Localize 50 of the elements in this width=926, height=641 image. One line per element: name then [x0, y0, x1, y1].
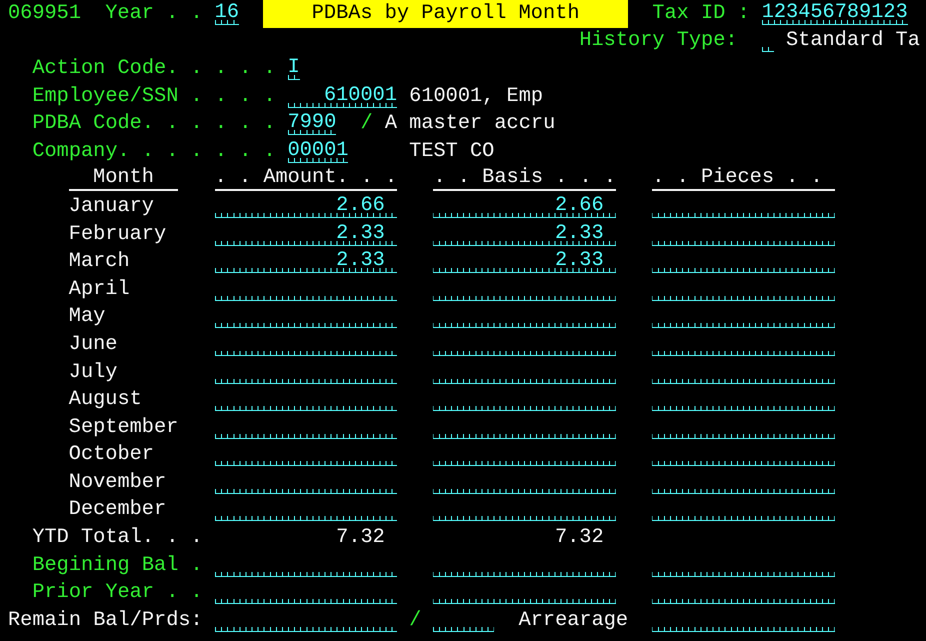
field-label: History Type: — [579, 30, 738, 52]
input-field[interactable]: 7990 — [288, 113, 336, 136]
total-label: YTD Total. . . — [32, 527, 204, 550]
input-field[interactable]: 2.33 — [433, 251, 616, 274]
total-value: 7.32 — [554, 527, 605, 550]
field-label: Company. . . . . . . — [32, 140, 276, 163]
input-field[interactable]: 2.66 — [214, 196, 397, 218]
input-field[interactable]: 16 — [214, 2, 239, 25]
input-field[interactable]: 2.33 — [214, 251, 397, 274]
field-value: A master accru — [384, 113, 556, 136]
month-label: April — [68, 278, 131, 301]
input-field[interactable]: 123456789123 — [762, 2, 908, 25]
month-label: January — [68, 196, 155, 218]
screen-title: PDBAs by Payroll Month — [263, 0, 628, 28]
month-label: August — [68, 389, 143, 412]
program-id: 069951 — [8, 2, 81, 25]
month-label: November — [68, 472, 168, 494]
month-label: May — [68, 306, 106, 328]
month-label: October — [68, 444, 155, 466]
field-label: Remain Bal/Prds: — [8, 610, 202, 632]
input-field[interactable]: 610001 — [288, 86, 397, 108]
month-label: December — [68, 499, 168, 522]
input-field[interactable]: I — [288, 58, 300, 80]
month-label: February — [68, 224, 168, 246]
input-field[interactable]: 2.33 — [214, 224, 397, 246]
field-value: TEST CO — [409, 140, 496, 163]
month-label: June — [68, 334, 118, 356]
field-label: PDBA Code. . . . . . — [32, 113, 276, 136]
column-header: . . Pieces . . — [652, 167, 835, 192]
month-label: March — [68, 251, 131, 274]
total-value: 7.32 — [335, 527, 386, 550]
field-label: Action Code. . . . . — [32, 58, 276, 80]
month-label: July — [68, 362, 118, 384]
field-label: Employee/SSN . . . . — [32, 86, 276, 108]
column-header: Month — [68, 167, 178, 192]
input-field[interactable]: 2.66 — [433, 196, 616, 218]
column-header: . . Basis . . . — [433, 167, 616, 192]
separator: / — [409, 610, 422, 632]
separator: / — [360, 113, 373, 136]
month-label: September — [68, 416, 180, 439]
field-label: Prior Year . . — [32, 582, 202, 604]
field-value: 610001, Emp — [409, 86, 544, 108]
field-value: Standard Ta — [786, 30, 920, 52]
field-label: Tax ID : — [652, 2, 750, 25]
column-header: . . Amount. . . — [214, 167, 397, 192]
field-label: Year . . — [105, 2, 202, 25]
input-field[interactable]: 2.33 — [433, 224, 616, 246]
field-label: Arrearage — [518, 610, 628, 632]
field-label: Begining Bal . — [32, 554, 202, 577]
input-field[interactable]: 00001 — [288, 140, 348, 163]
